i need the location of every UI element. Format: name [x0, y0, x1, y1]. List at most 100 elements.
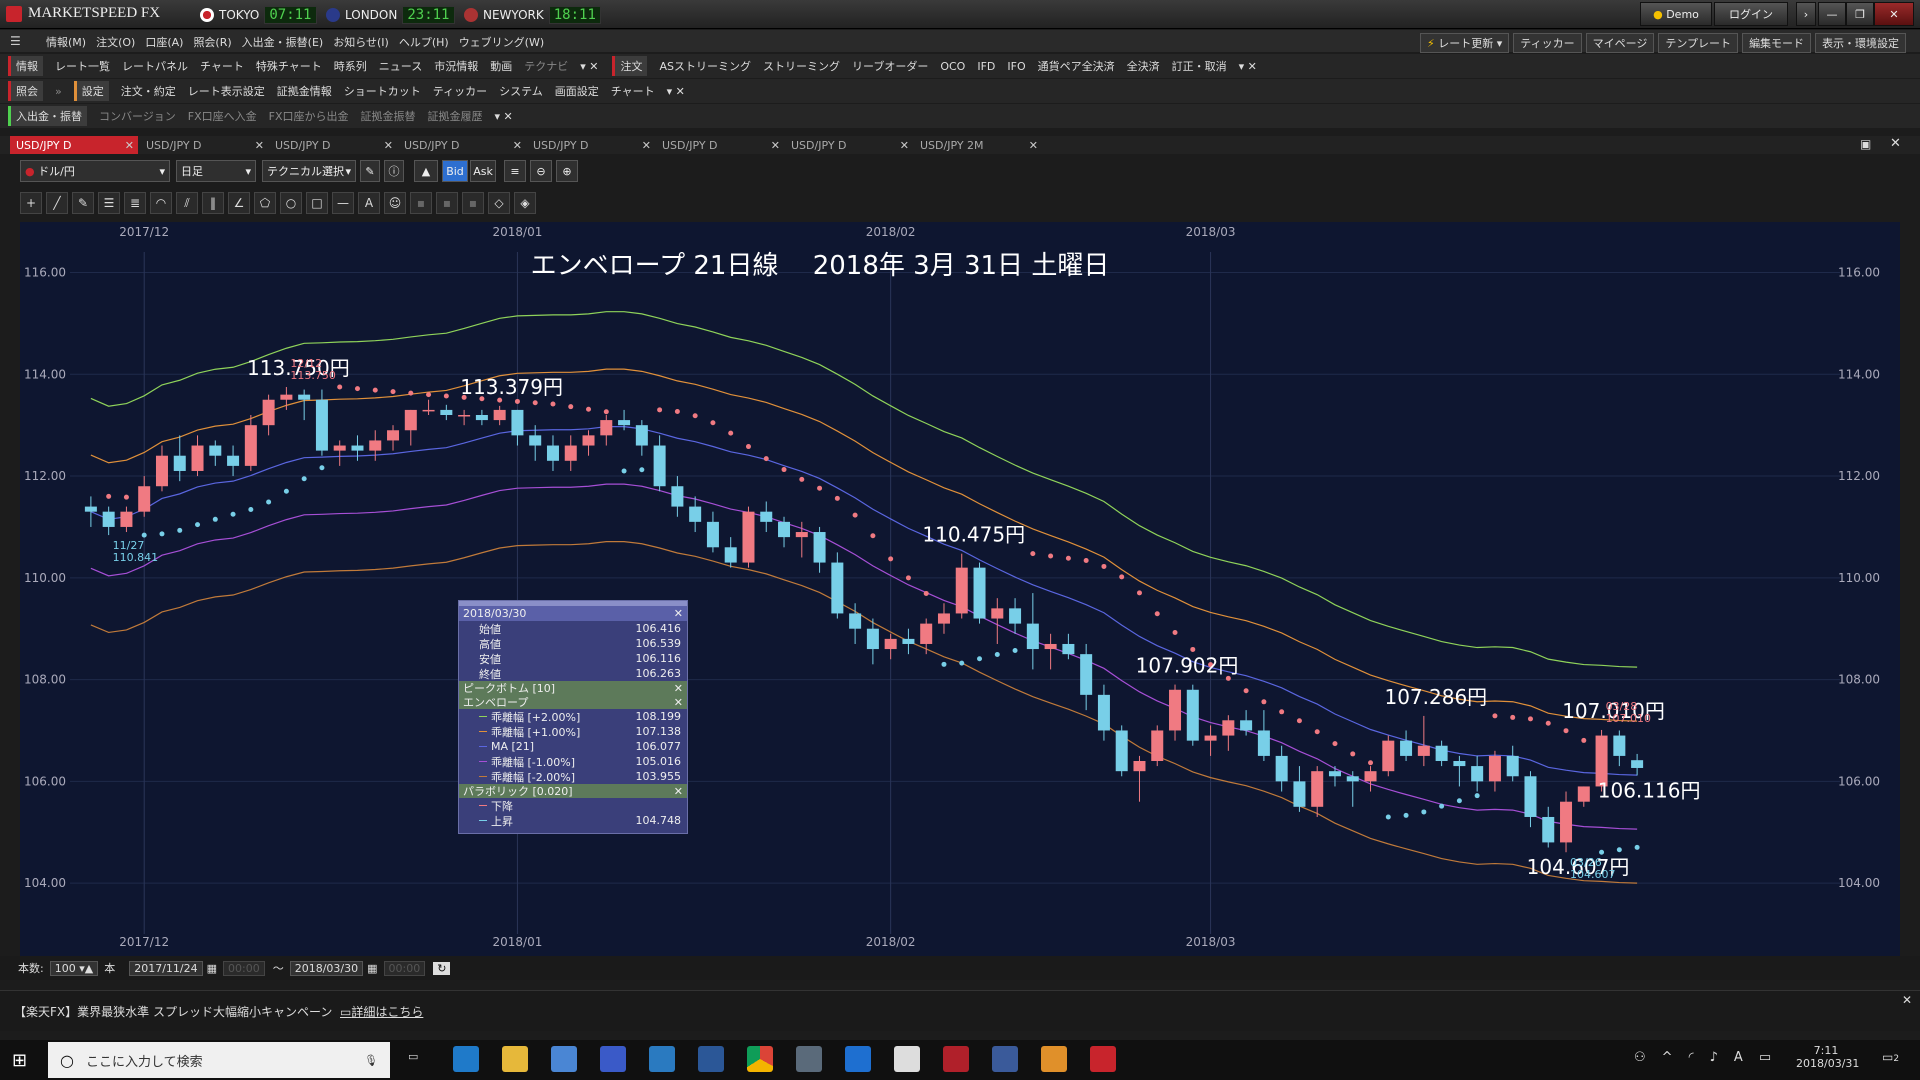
taskbar-search[interactable]: ○ ここに入力して検索 🎙 — [48, 1042, 390, 1078]
ime-indicator[interactable]: A — [1734, 1050, 1743, 1065]
rectangle-icon[interactable]: □ — [306, 192, 328, 214]
toolbar-system[interactable]: システム — [499, 83, 543, 99]
chevron-right-icon[interactable]: › — [1796, 2, 1816, 26]
clock[interactable]: 7:11 2018/03/31 — [1796, 1044, 1859, 1070]
line-icon[interactable]: — — [332, 192, 354, 214]
maximize-icon[interactable]: ▣ — [1860, 137, 1871, 151]
trendline-icon[interactable]: ╱ — [46, 192, 68, 214]
bid-button[interactable]: Bid — [442, 160, 468, 182]
from-date-input[interactable]: 2017/11/24 — [129, 960, 203, 976]
menu-inquiry[interactable]: 照会(R) — [193, 34, 231, 50]
ask-button[interactable]: Ask — [470, 160, 496, 182]
toolbar-time-series[interactable]: 時系列 — [334, 58, 367, 74]
eraser-icon[interactable]: ◇ — [488, 192, 510, 214]
tab-usdjpy-2m[interactable]: USD/JPY 2M ✕ — [914, 136, 1042, 154]
tab-usdjpy-d[interactable]: USD/JPY D ✕ — [527, 136, 655, 154]
login-button[interactable]: ログイン — [1714, 2, 1788, 26]
toolbar-technavi[interactable]: テクナビ — [524, 58, 568, 74]
tab-usdjpy-d[interactable]: USD/JPY D ✕ — [269, 136, 397, 154]
display-settings-button[interactable]: 表示・環境設定 — [1815, 33, 1907, 53]
menu-account[interactable]: 口座(A) — [145, 34, 183, 50]
to-time-input[interactable]: 00:00 — [383, 960, 426, 976]
pen-icon[interactable]: ✎ — [360, 160, 380, 182]
horizontal-lines-icon[interactable]: ☰ — [98, 192, 120, 214]
tab-usdjpy-d[interactable]: USD/JPY D ✕ — [10, 136, 138, 154]
count-select[interactable]: 100 ▾▲ — [49, 960, 99, 976]
lock-icon[interactable]: ▪ — [410, 192, 432, 214]
toolbar-as-streaming[interactable]: ASストリーミング — [659, 58, 751, 74]
toolbar-conversion[interactable]: コンバージョン — [99, 108, 176, 124]
calendar-icon[interactable]: ▦ — [207, 962, 217, 975]
toolbar-special-chart[interactable]: 特殊チャート — [256, 58, 322, 74]
window-app-icon[interactable] — [649, 1046, 675, 1072]
app-icon[interactable] — [1041, 1046, 1067, 1072]
toolbar-streaming[interactable]: ストリーミング — [763, 58, 840, 74]
edit-mode-button[interactable]: 編集モード — [1742, 33, 1812, 53]
paste-icon[interactable]: ▪ — [462, 192, 484, 214]
demo-button[interactable]: ● Demo — [1640, 2, 1712, 26]
toolbar-margin-history[interactable]: 証拠金履歴 — [428, 108, 483, 124]
toolbar-market-info[interactable]: 市況情報 — [434, 58, 478, 74]
close-icon[interactable]: ✕ — [1902, 993, 1912, 1007]
copy-icon[interactable]: ▪ — [436, 192, 458, 214]
toolbar-amend-cancel[interactable]: 訂正・取消 — [1172, 58, 1227, 74]
app-icon[interactable] — [796, 1046, 822, 1072]
toolbar-rate-display[interactable]: レート表示設定 — [188, 83, 265, 99]
toolbar-order-exec[interactable]: 注文・約定 — [121, 83, 176, 99]
circle-icon[interactable]: ○ — [280, 192, 302, 214]
task-view-icon[interactable]: ▭ — [408, 1050, 418, 1063]
scale-icon[interactable]: ≡ — [504, 160, 526, 182]
toolbar-close-icon[interactable]: ▾ ✕ — [1239, 60, 1257, 73]
toolbar-chart-settings[interactable]: チャート — [611, 83, 655, 99]
menu-help[interactable]: ヘルプ(H) — [399, 34, 449, 50]
toolbar-all-settle[interactable]: 全決済 — [1127, 58, 1160, 74]
template-button[interactable]: テンプレート — [1658, 33, 1739, 53]
mypage-button[interactable]: マイページ — [1585, 33, 1655, 53]
news-link[interactable]: ▭詳細はこちら — [340, 1003, 423, 1020]
fibonacci-icon[interactable]: ≣ — [124, 192, 146, 214]
close-icon[interactable]: ✕ — [674, 607, 683, 620]
menu-order[interactable]: 注文(O) — [96, 34, 135, 50]
word-icon[interactable] — [698, 1046, 724, 1072]
tab-usdjpy-d[interactable]: USD/JPY D ✕ — [656, 136, 784, 154]
chart-area[interactable]: 116.00 116.00 114.00 114.00 112.00 112.00 110.… — [20, 222, 1900, 956]
eraser-all-icon[interactable]: ◈ — [514, 192, 536, 214]
toolbar-news[interactable]: ニュース — [379, 58, 422, 74]
period-select[interactable]: 日足 ▾ — [176, 160, 256, 182]
toolbar-group-order[interactable]: 注文 — [612, 56, 648, 76]
polyline-icon[interactable]: ∠ — [228, 192, 250, 214]
explorer-icon[interactable] — [502, 1046, 528, 1072]
toolbar-video[interactable]: 動画 — [490, 58, 512, 74]
toolbar-margin-info[interactable]: 証拠金情報 — [277, 83, 332, 99]
pentagon-icon[interactable]: ⬠ — [254, 192, 276, 214]
wifi-icon[interactable]: ◜ — [1689, 1050, 1694, 1065]
restore-button[interactable]: ❐ — [1846, 2, 1874, 26]
from-time-input[interactable]: 00:00 — [223, 960, 265, 976]
technical-select[interactable]: テクニカル選択 ▾ — [262, 160, 356, 182]
marketspeed-fx-icon[interactable] — [1090, 1046, 1116, 1072]
close-icon[interactable]: ✕ — [674, 682, 683, 695]
smiley-icon[interactable]: ☺ — [384, 192, 406, 214]
minimize-button[interactable]: — — [1818, 2, 1846, 26]
to-date-input[interactable]: 2018/03/30 — [289, 960, 364, 976]
toolbar-rate-panel[interactable]: レートパネル — [122, 58, 188, 74]
marketspeed-icon[interactable] — [943, 1046, 969, 1072]
calendar-app-icon[interactable] — [600, 1046, 626, 1072]
store-icon[interactable] — [551, 1046, 577, 1072]
menu-deposit[interactable]: 入出金・振替(E) — [242, 34, 324, 50]
volume-icon[interactable]: ♪ — [1710, 1050, 1718, 1065]
toolbar-group-settings[interactable]: 設定 — [73, 81, 109, 101]
edge-icon[interactable] — [845, 1046, 871, 1072]
toolbar-shortcut[interactable]: ショートカット — [344, 83, 421, 99]
hamburger-icon[interactable]: ☰ — [10, 34, 21, 48]
toolbar-fx-withdraw[interactable]: FX口座から出金 — [269, 108, 349, 124]
zoom-out-icon[interactable]: ⊖ — [530, 160, 552, 182]
chevron-up-icon[interactable]: ^ — [1662, 1050, 1673, 1065]
ticker-button[interactable]: ティッカー — [1513, 33, 1582, 53]
area-chart-icon[interactable]: ▲ — [414, 160, 438, 182]
toolbar-screen-settings[interactable]: 画面設定 — [555, 83, 599, 99]
fan-icon[interactable]: ◠ — [150, 192, 172, 214]
chrome-icon[interactable] — [747, 1046, 773, 1072]
calendar-icon[interactable]: ▦ — [367, 962, 377, 975]
toolbar-rate-list[interactable]: レート一覧 — [55, 58, 110, 74]
